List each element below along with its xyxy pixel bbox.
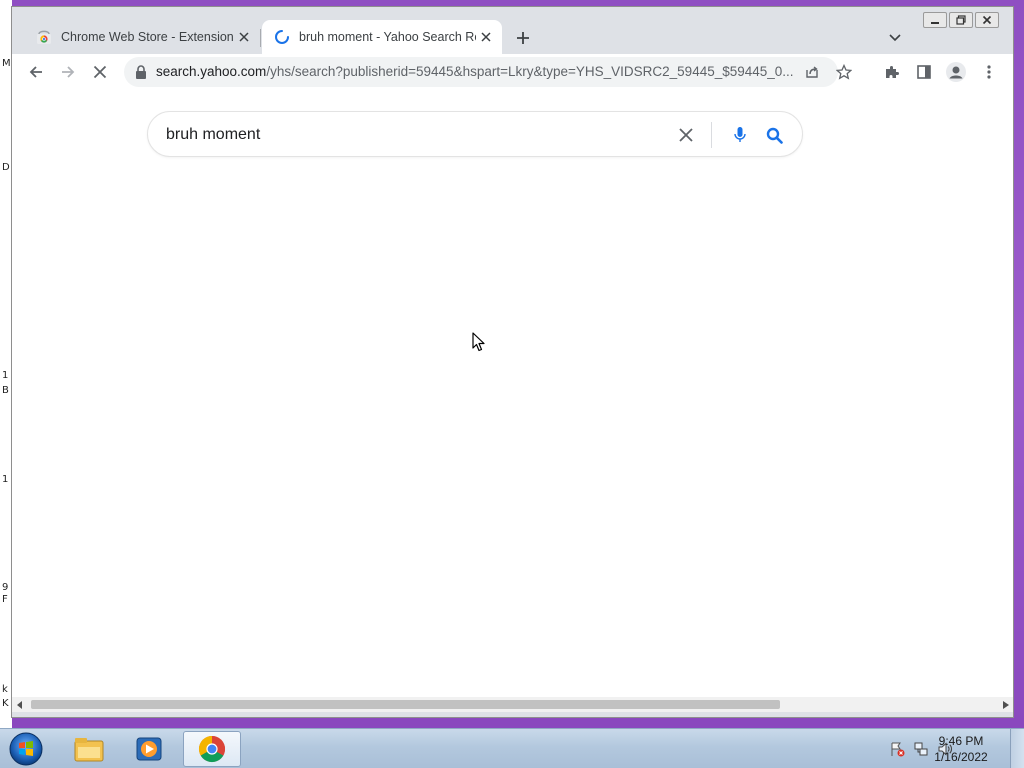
- edge-letter: D: [2, 162, 10, 173]
- star-icon[interactable]: [832, 60, 856, 84]
- back-icon[interactable]: [24, 60, 48, 84]
- edge-letter: 1: [2, 370, 9, 381]
- clear-search-icon[interactable]: [674, 123, 698, 147]
- edge-letter: M: [2, 58, 11, 69]
- edge-letter: B: [2, 385, 9, 396]
- extensions-icon[interactable]: [880, 60, 904, 84]
- edge-letter: k: [2, 684, 8, 695]
- tab-yahoo-search[interactable]: bruh moment - Yahoo Search Re: [262, 20, 502, 54]
- profile-icon[interactable]: [944, 60, 968, 84]
- edge-letter: 1: [2, 474, 9, 485]
- loading-spinner-icon: [275, 30, 289, 44]
- microphone-icon[interactable]: [728, 123, 752, 147]
- page-content: [12, 90, 1013, 697]
- menu-icon[interactable]: [977, 60, 1001, 84]
- google-chrome-icon[interactable]: [183, 731, 241, 767]
- chevron-down-icon[interactable]: [885, 28, 905, 48]
- edge-letter: 9: [2, 582, 9, 593]
- scroll-right-icon[interactable]: [998, 697, 1013, 712]
- url-path: /yhs/search?publisherid=59445&hspart=Lkr…: [266, 64, 794, 79]
- search-input[interactable]: [166, 124, 646, 146]
- new-tab-icon[interactable]: [512, 27, 534, 49]
- clock[interactable]: 9:46 PM 1/16/2022: [926, 733, 996, 765]
- action-center-icon[interactable]: [888, 741, 906, 757]
- system-tray: 9:46 PM 1/16/2022: [824, 729, 1024, 768]
- tab-title: Chrome Web Store - Extensions: [61, 30, 234, 44]
- side-panel-icon[interactable]: [912, 60, 936, 84]
- share-icon[interactable]: [800, 60, 824, 84]
- tab-title: bruh moment - Yahoo Search Re: [299, 30, 476, 44]
- search-icon[interactable]: [762, 123, 786, 147]
- windows-taskbar: 9:46 PM 1/16/2022: [0, 728, 1024, 768]
- tab-strip: Chrome Web Store - Extensions bruh momen…: [12, 20, 1013, 54]
- clock-time: 9:46 PM: [938, 734, 984, 748]
- windows-explorer-icon[interactable]: [60, 731, 118, 767]
- chrome-web-store-icon: [37, 30, 51, 44]
- windows-start-icon[interactable]: [7, 731, 45, 767]
- show-desktop-button[interactable]: [1010, 729, 1024, 768]
- scrollbar-thumb[interactable]: [31, 700, 780, 709]
- edge-letter: K: [2, 698, 9, 709]
- stop-icon[interactable]: [88, 60, 112, 84]
- close-tab-icon[interactable]: [234, 27, 254, 47]
- chrome-window: Chrome Web Store - Extensions bruh momen…: [11, 6, 1014, 718]
- browser-toolbar: search.yahoo.com/yhs/search?publisherid=…: [12, 54, 1013, 90]
- url-host: search.yahoo.com: [156, 64, 267, 79]
- search-box[interactable]: [147, 111, 803, 157]
- clock-date: 1/16/2022: [934, 750, 988, 764]
- forward-icon[interactable]: [56, 60, 80, 84]
- tab-separator: [260, 29, 261, 47]
- horizontal-scrollbar[interactable]: [12, 697, 1013, 712]
- windows-media-player-icon[interactable]: [120, 731, 178, 767]
- edge-letter: F: [2, 594, 8, 605]
- url-text[interactable]: search.yahoo.com/yhs/search?publisherid=…: [156, 64, 796, 79]
- tab-chrome-web-store[interactable]: Chrome Web Store - Extensions: [24, 20, 260, 54]
- close-tab-icon[interactable]: [476, 27, 496, 47]
- address-bar[interactable]: search.yahoo.com/yhs/search?publisherid=…: [124, 57, 852, 87]
- mouse-cursor-icon: [472, 332, 485, 352]
- scroll-left-icon[interactable]: [12, 697, 27, 712]
- lock-icon[interactable]: [134, 64, 148, 80]
- search-divider: [711, 122, 712, 148]
